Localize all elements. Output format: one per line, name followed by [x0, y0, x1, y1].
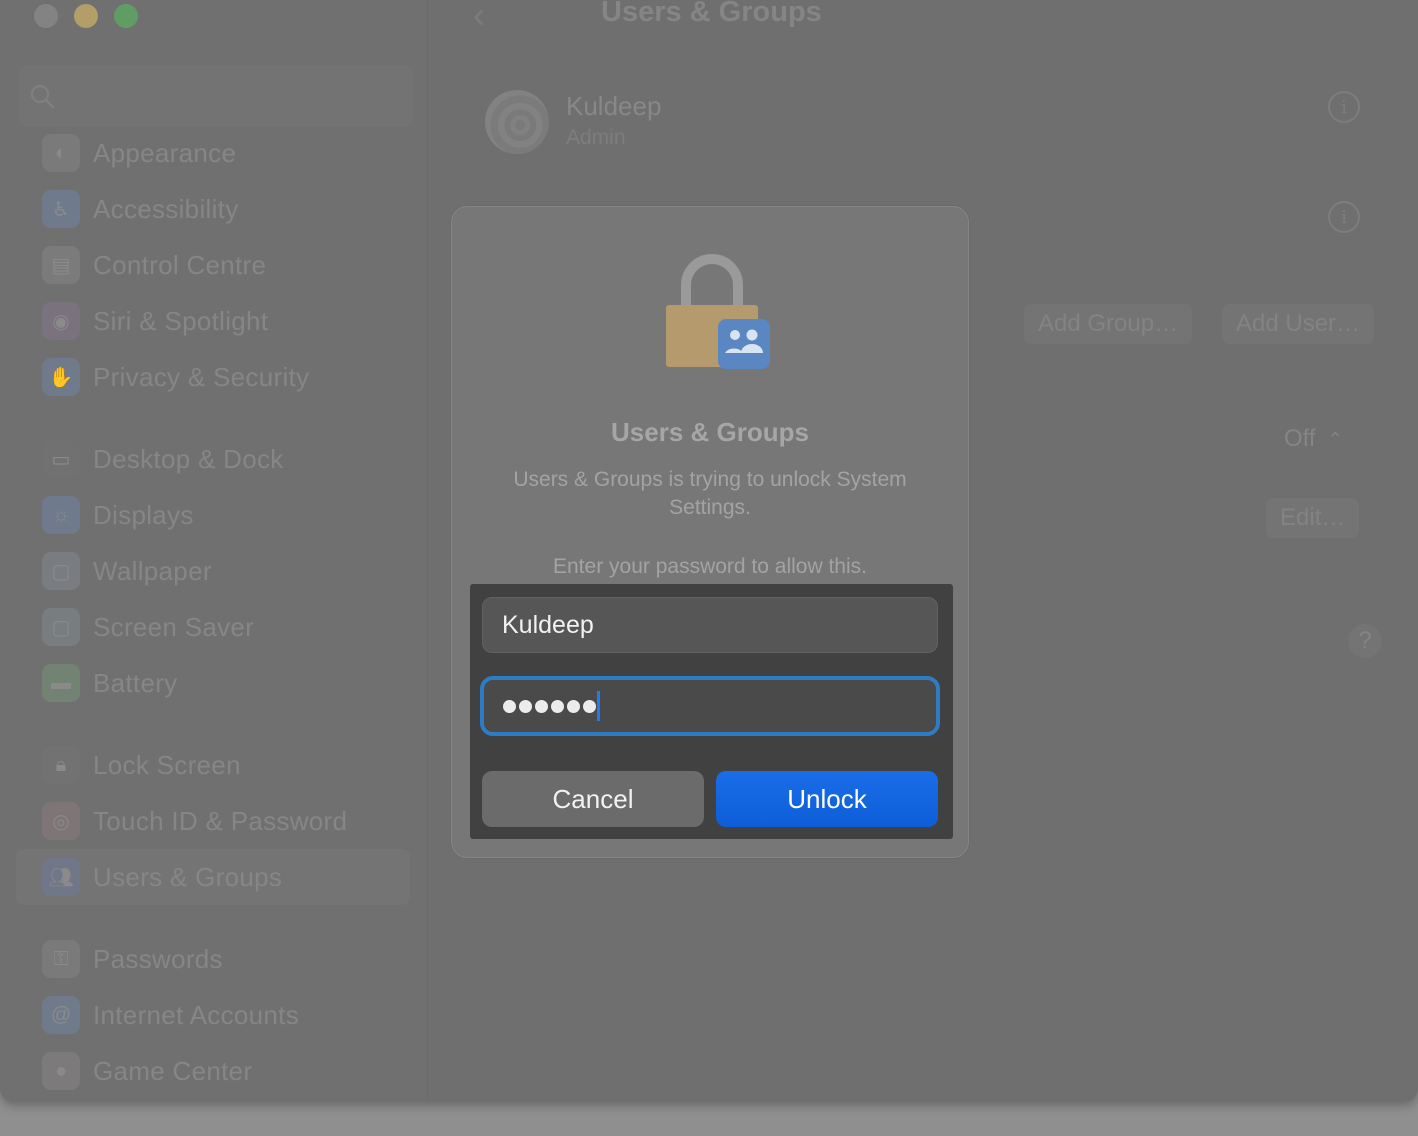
- sidebar-item-desktop-and-dock[interactable]: ▭ Desktop & Dock: [16, 431, 410, 487]
- sidebar-item-label: Displays: [93, 499, 194, 530]
- password-mask: [503, 699, 596, 713]
- password-dot: [503, 699, 516, 713]
- unlock-dialog: Users & Groups Users & Groups is trying …: [451, 206, 969, 858]
- hand-icon: ✋: [42, 358, 80, 396]
- sidebar-item-appearance[interactable]: ◐ Appearance: [16, 125, 410, 181]
- sidebar-item-label: Game Center: [93, 1055, 253, 1086]
- displays-icon: ☼: [42, 496, 80, 534]
- sidebar-item-label: Lock Screen: [93, 749, 241, 780]
- add-group-button[interactable]: Add Group…: [1024, 304, 1193, 344]
- search-icon: [30, 84, 55, 109]
- cancel-button[interactable]: Cancel: [482, 771, 704, 827]
- users-icon: 👥︎: [42, 858, 80, 896]
- password-dot: [583, 699, 596, 713]
- fingerprint-icon: ◎: [42, 802, 80, 840]
- lock-users-icon: [666, 254, 770, 369]
- siri-icon: ◉: [42, 302, 80, 340]
- sidebar-item-label: Passwords: [93, 943, 223, 974]
- sidebar-item-game-center[interactable]: ● Game Center: [16, 1043, 410, 1099]
- sidebar-item-label: Accessibility: [93, 193, 239, 224]
- sidebar: ◐ Appearance ♿ Accessibility ▤ Control Centre…: [0, 0, 428, 1102]
- sidebar-item-wallpaper[interactable]: ▢ Wallpaper: [16, 543, 410, 599]
- game-center-icon: ●: [42, 1052, 80, 1090]
- sidebar-item-control-centre[interactable]: ▤ Control Centre: [16, 237, 410, 293]
- sidebar-item-privacy-and-security[interactable]: ✋ Privacy & Security: [16, 349, 410, 405]
- password-dot: [551, 699, 564, 713]
- sidebar-item-lock-screen[interactable]: 🔒︎ Lock Screen: [16, 737, 410, 793]
- back-button[interactable]: ‹: [473, 0, 485, 36]
- user-info-button[interactable]: i: [1328, 91, 1360, 123]
- wallpaper-icon: ▢: [42, 552, 80, 590]
- sidebar-item-label: Wallpaper: [93, 555, 212, 586]
- info-icon: i: [1341, 206, 1347, 228]
- sidebar-item-battery[interactable]: ▬ Battery: [16, 655, 410, 711]
- sidebar-item-label: Control Centre: [93, 249, 267, 280]
- password-field[interactable]: [480, 676, 940, 736]
- dialog-message: Users & Groups is trying to unlock Syste…: [513, 468, 907, 519]
- sidebar-item-label: Touch ID & Password: [93, 805, 348, 836]
- sidebar-item-touch-id-and-password[interactable]: ◎ Touch ID & Password: [16, 793, 410, 849]
- text-cursor: [597, 691, 600, 721]
- user-avatar: [485, 90, 549, 154]
- key-icon: ⚿: [42, 940, 80, 978]
- dock-icon: ▭: [42, 440, 80, 478]
- add-user-button[interactable]: Add User…: [1222, 304, 1375, 344]
- sidebar-item-displays[interactable]: ☼ Displays: [16, 487, 410, 543]
- help-button[interactable]: ?: [1348, 624, 1382, 658]
- window-controls: [34, 4, 138, 28]
- guest-info-button[interactable]: i: [1328, 201, 1360, 233]
- unlock-button[interactable]: Unlock: [716, 771, 938, 827]
- info-icon: i: [1341, 96, 1347, 118]
- chevron-updown-icon: ⌃: [1327, 428, 1343, 449]
- sidebar-item-label: Appearance: [93, 137, 237, 168]
- sidebar-search-input[interactable]: [18, 65, 414, 127]
- sidebar-item-accessibility[interactable]: ♿ Accessibility: [16, 181, 410, 237]
- minimize-window-button[interactable]: [74, 4, 98, 28]
- sidebar-item-label: Screen Saver: [93, 611, 255, 642]
- sidebar-item-siri-and-spotlight[interactable]: ◉ Siri & Spotlight: [16, 293, 410, 349]
- user-role: Admin: [566, 126, 626, 149]
- sidebar-nav: ◐ Appearance ♿ Accessibility ▤ Control Centre…: [0, 125, 428, 1099]
- accessibility-icon: ♿: [42, 190, 80, 228]
- sidebar-item-internet-accounts[interactable]: @ Internet Accounts: [16, 987, 410, 1043]
- auto-login-select[interactable]: Off ⌃: [1284, 425, 1343, 453]
- sidebar-item-label: Internet Accounts: [93, 999, 300, 1030]
- sidebar-item-passwords[interactable]: ⚿ Passwords: [16, 931, 410, 987]
- sidebar-item-users-and-groups[interactable]: 👥︎ Users & Groups: [16, 849, 410, 905]
- sidebar-item-label: Users & Groups: [93, 861, 283, 892]
- sidebar-item-screen-saver[interactable]: ▢ Screen Saver: [16, 599, 410, 655]
- edit-button[interactable]: Edit…: [1266, 498, 1360, 538]
- sidebar-item-label: Privacy & Security: [93, 361, 310, 392]
- password-dot: [519, 699, 532, 713]
- credentials-panel: Kuldeep Cancel Unlock: [470, 584, 953, 839]
- control-centre-icon: ▤: [42, 246, 80, 284]
- close-window-button[interactable]: [34, 4, 58, 28]
- appearance-icon: ◐: [42, 134, 80, 172]
- dialog-title: Users & Groups: [611, 417, 809, 447]
- sidebar-item-label: Siri & Spotlight: [93, 305, 269, 336]
- auto-login-value: Off: [1284, 425, 1316, 452]
- sidebar-item-label: Battery: [93, 667, 178, 698]
- page-title: Users & Groups: [601, 0, 822, 28]
- lock-screen-icon: 🔒︎: [42, 746, 80, 784]
- password-dot: [535, 699, 548, 713]
- dialog-prompt: Enter your password to allow this.: [553, 555, 867, 578]
- battery-icon: ▬: [42, 664, 80, 702]
- at-icon: @: [42, 996, 80, 1034]
- password-dot: [567, 699, 580, 713]
- screen-saver-icon: ▢: [42, 608, 80, 646]
- username-field[interactable]: Kuldeep: [482, 597, 938, 653]
- user-name: Kuldeep: [566, 91, 662, 121]
- zoom-window-button[interactable]: [114, 4, 138, 28]
- sidebar-item-label: Desktop & Dock: [93, 443, 284, 474]
